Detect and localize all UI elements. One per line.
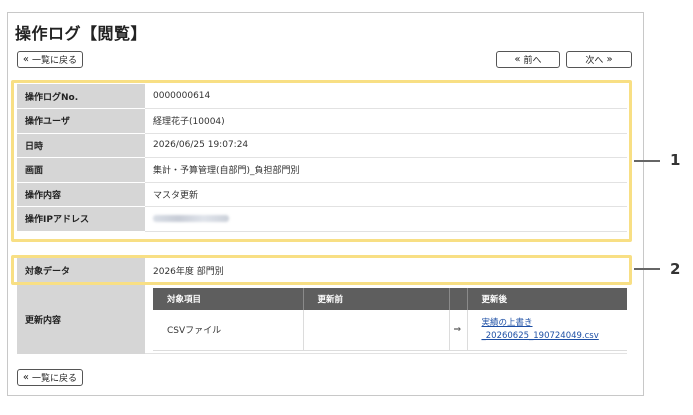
- info-row-log-no: 操作ログNo. 0000000614: [17, 84, 627, 109]
- callout-line-2: [634, 268, 660, 270]
- next-label: 次へ: [585, 56, 604, 66]
- back-to-list-button[interactable]: « 一覧に戻る: [17, 51, 83, 68]
- page-title: 操作ログ【閲覧】: [15, 24, 148, 43]
- target-data-table: 対象データ 2026年度 部門別: [17, 257, 627, 285]
- info-value: 集計・予算管理(自部門)_負担部門別: [145, 157, 627, 183]
- back-to-list-label: 一覧に戻る: [32, 374, 78, 384]
- diff-row: CSVファイル ⇒ 実績の上書き _20260625_190724049.csv: [153, 310, 628, 351]
- info-label: 操作ログNo.: [17, 84, 145, 109]
- info-value: 経理花子(10004): [145, 108, 627, 134]
- diff-before: [303, 310, 450, 351]
- diff-header-before: 更新前: [303, 288, 450, 310]
- diff-header-arrow: [449, 288, 468, 310]
- info-value: 2026/06/25 19:07:24: [145, 133, 627, 158]
- back-to-list-label: 一覧に戻る: [32, 56, 78, 66]
- double-right-arrow-icon: »: [606, 54, 613, 65]
- double-left-arrow-icon: «: [514, 54, 521, 65]
- diff-header-row: 対象項目 更新前 更新後: [153, 288, 627, 310]
- update-value: 対象項目 更新前 更新後 CSVファイル ⇒ 実績の上書き _20260625_…: [145, 284, 627, 354]
- diff-table: 対象項目 更新前 更新後 CSVファイル ⇒ 実績の上書き _20260625_…: [153, 288, 627, 351]
- log-info-table: 操作ログNo. 0000000614 操作ユーザ 経理花子(10004) 日時 …: [17, 84, 627, 232]
- diff-after: 実績の上書き _20260625_190724049.csv: [467, 310, 628, 351]
- diff-header-item: 対象項目: [153, 288, 304, 310]
- info-row-ip: 操作IPアドレス: [17, 206, 627, 232]
- diff-header-after: 更新後: [467, 288, 627, 310]
- info-row-operation: 操作内容 マスタ更新: [17, 182, 627, 207]
- redacted-ip: [153, 214, 229, 222]
- csv-download-link[interactable]: 実績の上書き _20260625_190724049.csv: [482, 317, 628, 343]
- callout-line-1: [634, 160, 660, 162]
- double-left-arrow-icon: «: [22, 54, 30, 65]
- next-button[interactable]: 次へ »: [566, 51, 632, 68]
- info-label: 画面: [17, 157, 145, 183]
- info-row-datetime: 日時 2026/06/25 19:07:24: [17, 133, 627, 158]
- info-value: 0000000614: [145, 84, 627, 109]
- info-row-user: 操作ユーザ 経理花子(10004): [17, 108, 627, 134]
- diff-item: CSVファイル: [153, 310, 304, 351]
- info-label: 操作内容: [17, 182, 145, 207]
- prev-button[interactable]: « 前へ: [496, 51, 560, 68]
- csv-link-line2: _20260625_190724049.csv: [481, 330, 599, 341]
- callout-number-2: 2: [670, 260, 681, 278]
- info-value: マスタ更新: [145, 182, 627, 207]
- target-value: 2026年度 部門別: [145, 257, 627, 285]
- back-to-list-button-bottom[interactable]: « 一覧に戻る: [17, 369, 83, 386]
- right-arrow-icon: ⇒: [449, 310, 468, 351]
- info-value-redacted: [145, 206, 627, 232]
- target-label: 対象データ: [17, 257, 145, 285]
- target-row: 対象データ 2026年度 部門別: [17, 257, 627, 285]
- info-label: 日時: [17, 133, 145, 158]
- update-content-row: 更新内容 対象項目 更新前 更新後 CSVファイル ⇒ 実績の上書き _2026…: [17, 284, 627, 354]
- callout-number-1: 1: [670, 151, 681, 169]
- double-left-arrow-icon: «: [22, 372, 30, 383]
- prev-label: 前へ: [523, 56, 542, 66]
- csv-link-line1: 実績の上書き: [481, 317, 533, 328]
- info-label: 操作IPアドレス: [17, 206, 145, 232]
- info-row-screen: 画面 集計・予算管理(自部門)_負担部門別: [17, 157, 627, 183]
- info-label: 操作ユーザ: [17, 108, 145, 134]
- update-label: 更新内容: [17, 284, 145, 354]
